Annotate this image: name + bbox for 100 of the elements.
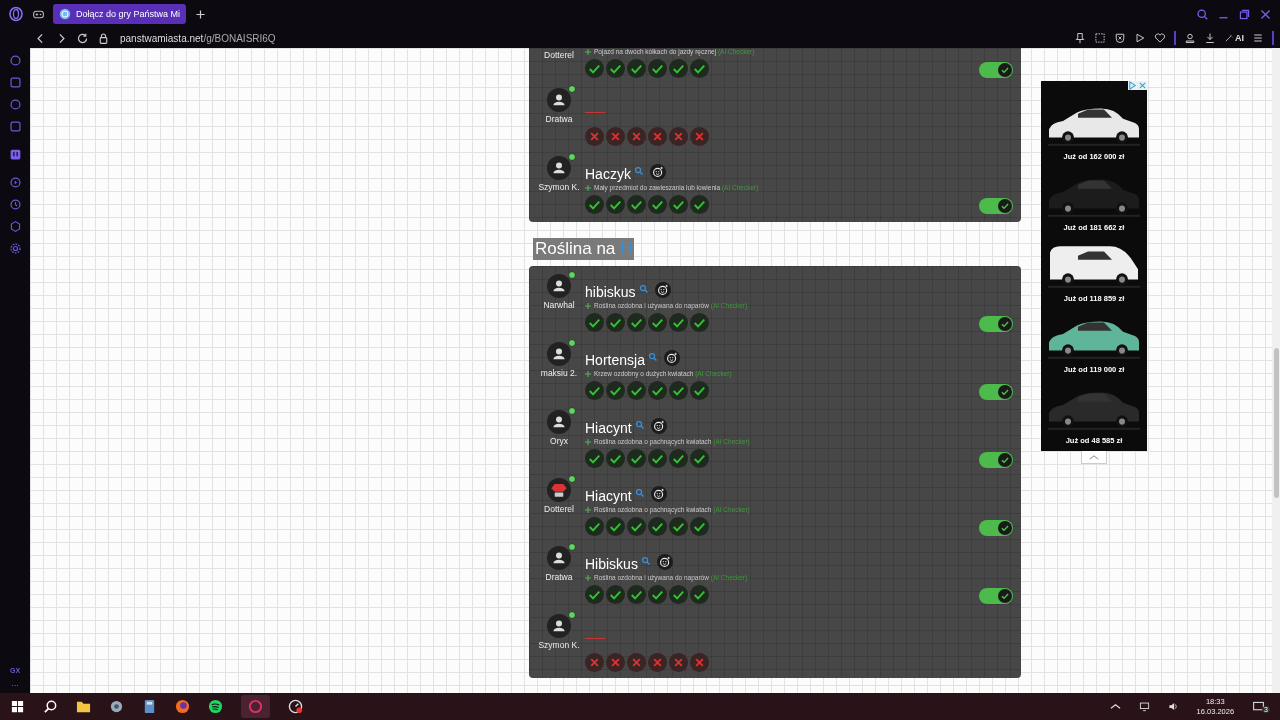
windows-icon[interactable] — [10, 699, 25, 714]
add-reaction-icon[interactable] — [649, 164, 666, 180]
check-vote-icon[interactable] — [690, 448, 709, 468]
check-vote-icon[interactable] — [648, 380, 667, 400]
check-vote-icon[interactable] — [690, 312, 709, 332]
check-vote-icon[interactable] — [690, 516, 709, 536]
check-vote-icon[interactable] — [627, 194, 646, 214]
check-vote-icon[interactable] — [690, 380, 709, 400]
cross-vote-icon[interactable] — [669, 127, 688, 146]
gauge-icon[interactable] — [288, 699, 303, 714]
check-vote-icon[interactable] — [690, 584, 709, 604]
check-vote-icon[interactable] — [669, 448, 688, 468]
sidebar-app-icon[interactable] — [8, 98, 22, 111]
music-app-icon[interactable] — [208, 699, 223, 714]
taskbar-app-button[interactable] — [241, 695, 270, 718]
caret-icon[interactable] — [1109, 701, 1121, 712]
check-vote-icon[interactable] — [648, 194, 667, 214]
check-vote-icon[interactable] — [648, 584, 667, 604]
check-vote-icon[interactable] — [627, 584, 646, 604]
cross-vote-icon[interactable] — [585, 653, 604, 672]
pin-icon[interactable] — [1074, 32, 1086, 44]
add-reaction-icon[interactable] — [650, 486, 667, 502]
cross-vote-icon[interactable] — [648, 127, 667, 146]
add-reaction-icon[interactable] — [663, 350, 680, 366]
check-vote-icon[interactable] — [585, 380, 604, 400]
cross-vote-icon[interactable] — [606, 127, 625, 146]
check-vote-icon[interactable] — [648, 516, 667, 536]
gear-icon[interactable] — [109, 699, 124, 714]
check-vote-icon[interactable] — [627, 448, 646, 468]
accept-toggle[interactable] — [979, 384, 1013, 400]
check-vote-icon[interactable] — [627, 312, 646, 332]
add-reaction-icon[interactable] — [654, 282, 671, 298]
check-vote-icon[interactable] — [585, 448, 604, 468]
check-vote-icon[interactable] — [585, 194, 604, 214]
cross-vote-icon[interactable] — [690, 653, 709, 672]
search-icon[interactable] — [43, 699, 58, 714]
accept-toggle[interactable] — [979, 588, 1013, 604]
check-vote-icon[interactable] — [606, 312, 625, 332]
check-vote-icon[interactable] — [606, 584, 625, 604]
monitor-icon[interactable] — [1138, 701, 1150, 712]
restore-icon[interactable] — [1238, 7, 1251, 21]
browser-icon[interactable] — [175, 699, 190, 714]
settings-icon[interactable] — [8, 242, 22, 255]
clock-icon[interactable] — [8, 198, 22, 211]
profile-icon[interactable] — [1184, 32, 1196, 44]
check-vote-icon[interactable] — [585, 584, 604, 604]
download-icon[interactable] — [1204, 32, 1216, 44]
speaker-icon[interactable] — [1167, 701, 1179, 712]
cross-vote-icon[interactable] — [627, 653, 646, 672]
sidebar-app-icon[interactable] — [8, 76, 22, 89]
cross-vote-icon[interactable] — [690, 127, 709, 146]
check-vote-icon[interactable] — [585, 516, 604, 536]
accept-toggle[interactable] — [979, 520, 1013, 536]
check-vote-icon[interactable] — [669, 584, 688, 604]
add-reaction-icon[interactable] — [656, 554, 673, 570]
ai-button[interactable]: AI — [1224, 33, 1244, 43]
check-vote-icon[interactable] — [606, 58, 625, 78]
check-vote-icon[interactable] — [690, 58, 709, 78]
check-vote-icon[interactable] — [648, 312, 667, 332]
sidebar-app-icon[interactable] — [8, 148, 22, 161]
calculator-icon[interactable] — [142, 699, 157, 714]
check-vote-icon[interactable] — [606, 448, 625, 468]
cube-icon[interactable] — [8, 220, 22, 233]
check-vote-icon[interactable] — [669, 58, 688, 78]
check-vote-icon[interactable] — [669, 380, 688, 400]
sidebar-app-icon[interactable] — [8, 54, 22, 67]
check-vote-icon[interactable] — [627, 380, 646, 400]
shield-icon[interactable] — [1114, 32, 1126, 44]
check-vote-icon[interactable] — [606, 516, 625, 536]
reload-icon[interactable] — [76, 31, 89, 45]
check-vote-icon[interactable] — [648, 448, 667, 468]
address-field[interactable]: panstwamiasta.net/g/BONAISRI6Q — [120, 32, 276, 44]
check-vote-icon[interactable] — [606, 380, 625, 400]
cross-vote-icon[interactable] — [606, 653, 625, 672]
check-vote-icon[interactable] — [690, 194, 709, 214]
folder-icon[interactable] — [76, 699, 91, 714]
play-circle-icon[interactable] — [8, 176, 22, 189]
cross-vote-icon[interactable] — [669, 653, 688, 672]
new-tab-icon[interactable] — [194, 7, 208, 21]
accept-toggle[interactable] — [979, 62, 1013, 78]
check-vote-icon[interactable] — [627, 58, 646, 78]
check-vote-icon[interactable] — [627, 516, 646, 536]
cross-vote-icon[interactable] — [585, 127, 604, 146]
check-vote-icon[interactable] — [669, 312, 688, 332]
lock-icon[interactable] — [97, 31, 110, 45]
check-vote-icon[interactable] — [585, 58, 604, 78]
add-reaction-icon[interactable] — [650, 418, 667, 434]
close-icon[interactable] — [1259, 7, 1272, 21]
cross-vote-icon[interactable] — [648, 653, 667, 672]
snapshot-icon[interactable] — [1094, 32, 1106, 44]
accept-toggle[interactable] — [979, 452, 1013, 468]
more-button[interactable]: ··· — [11, 683, 19, 689]
accept-toggle[interactable] — [979, 198, 1013, 214]
check-vote-icon[interactable] — [669, 516, 688, 536]
play-icon[interactable] — [1134, 32, 1146, 44]
check-vote-icon[interactable] — [669, 194, 688, 214]
sidebar-app-icon[interactable] — [8, 120, 22, 133]
browser-logo-icon[interactable] — [8, 6, 24, 22]
accept-toggle[interactable] — [979, 316, 1013, 332]
cross-vote-icon[interactable] — [627, 127, 646, 146]
